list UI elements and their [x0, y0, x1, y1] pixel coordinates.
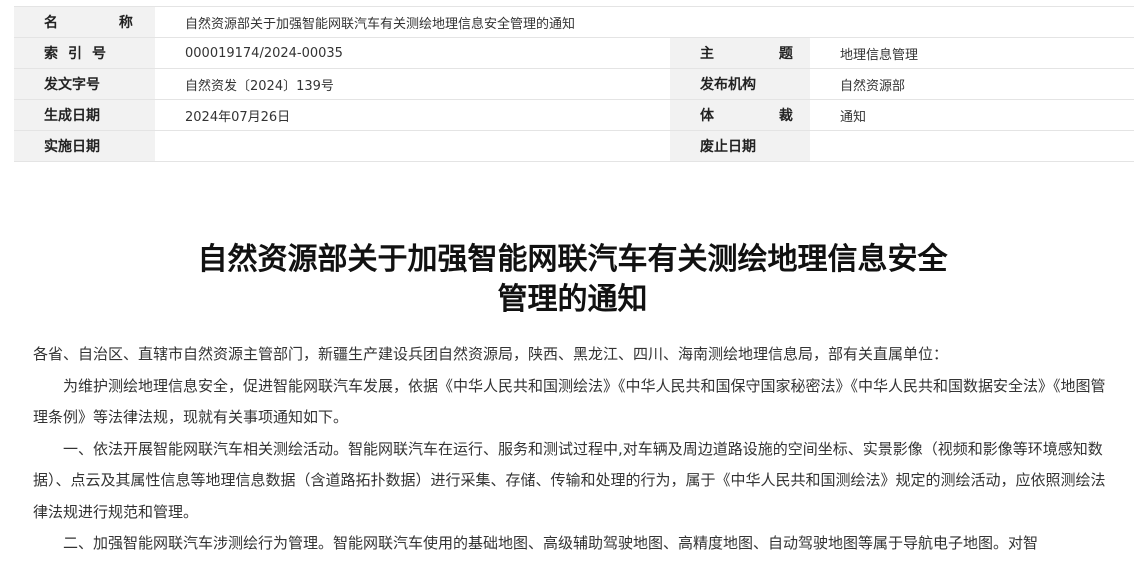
name-value: 自然资源部关于加强智能网联汽车有关测绘地理信息安全管理的通知: [155, 6, 1135, 38]
paragraph-section-1: 一、依法开展智能网联汽车相关测绘活动。智能网联汽车在运行、服务和测试过程中,对车…: [33, 439, 1106, 521]
issuer-label: 发布机构: [670, 68, 810, 100]
paragraph-section-2: 二、加强智能网联汽车涉测绘行为管理。智能网联汽车使用的基础地图、高级辅助驾驶地图…: [63, 534, 1039, 552]
paragraph-intro: 为维护测绘地理信息安全，促进智能网联汽车发展，依据《中华人民共和国测绘法》《中华…: [33, 376, 1106, 427]
salutation: 各省、自治区、直辖市自然资源主管部门，新疆生产建设兵团自然资源局，陕西、黑龙江、…: [33, 345, 949, 363]
effective-label: 实施日期: [14, 130, 155, 162]
index-label: 索引号: [14, 37, 155, 69]
document-metadata-table: 名 称 自然资源部关于加强智能网联汽车有关测绘地理信息安全管理的通知 索引号 0…: [14, 6, 1135, 162]
document-title: 自然资源部关于加强智能网联汽车有关测绘地理信息安全 管理的通知: [0, 240, 1139, 320]
subject-value: 地理信息管理: [810, 37, 1135, 69]
effective-value: [155, 130, 670, 162]
meta-row-docno: 发文字号 自然资发〔2024〕139号 发布机构 自然资源部: [14, 68, 1135, 100]
genre-label: 体 裁: [670, 99, 810, 131]
document-title-line2: 管理的通知: [497, 282, 648, 317]
date-value: 2024年07月26日: [155, 99, 670, 131]
document-body: 各省、自治区、直辖市自然资源主管部门，新疆生产建设兵团自然资源局，陕西、黑龙江、…: [33, 339, 1113, 560]
issuer-value: 自然资源部: [810, 68, 1135, 100]
meta-row-date: 生成日期 2024年07月26日 体 裁 通知: [14, 99, 1135, 131]
expire-label: 废止日期: [670, 130, 810, 162]
document-title-line1: 自然资源部关于加强智能网联汽车有关测绘地理信息安全: [197, 242, 948, 277]
subject-label: 主 题: [670, 37, 810, 69]
genre-value: 通知: [810, 99, 1135, 131]
date-label: 生成日期: [14, 99, 155, 131]
meta-row-name: 名 称 自然资源部关于加强智能网联汽车有关测绘地理信息安全管理的通知: [14, 6, 1135, 38]
docno-label: 发文字号: [14, 68, 155, 100]
meta-row-effective: 实施日期 废止日期: [14, 130, 1135, 162]
name-label: 名 称: [14, 6, 155, 38]
meta-row-index: 索引号 000019174/2024-00035 主 题 地理信息管理: [14, 37, 1135, 69]
index-value: 000019174/2024-00035: [155, 37, 670, 69]
docno-value: 自然资发〔2024〕139号: [155, 68, 670, 100]
expire-value: [810, 130, 1135, 162]
